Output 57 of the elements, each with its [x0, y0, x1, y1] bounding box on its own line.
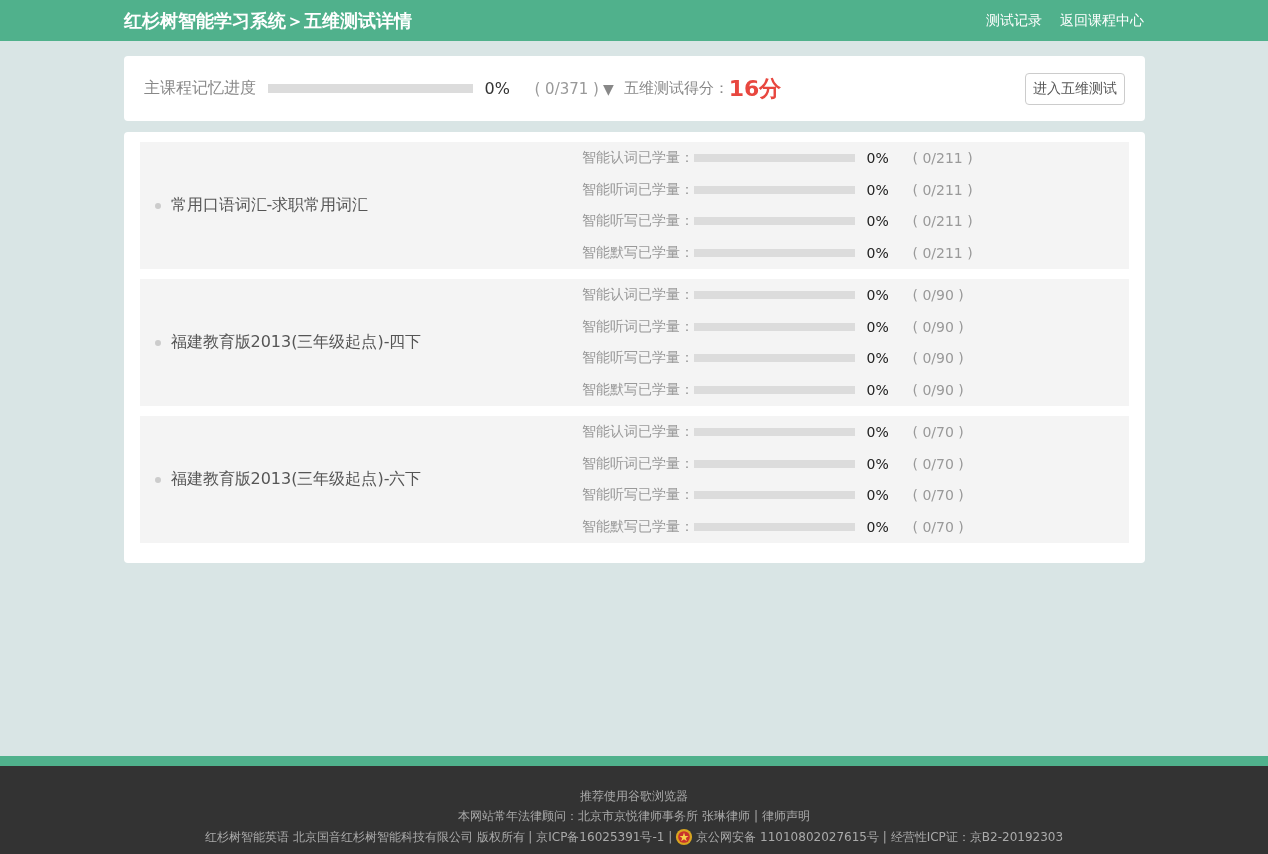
count-text: ( 0/70 )	[912, 518, 964, 535]
count-text: ( 0/211 )	[912, 213, 973, 230]
progress-label: 主课程记忆进度	[143, 78, 256, 99]
percent-text: 0%	[866, 244, 890, 261]
nav-link[interactable]: 测试记录	[986, 11, 1042, 30]
stat-label: 智能认词已学量：	[580, 286, 694, 305]
score-label: 五维测试得分：	[623, 79, 729, 98]
count-text: ( 0/90 )	[912, 318, 964, 335]
percent-text: 0%	[866, 181, 890, 198]
stat-label: 智能听词已学量：	[580, 317, 694, 336]
page-title: 红杉树智能学习系统＞五维测试详情	[124, 8, 412, 33]
stat-label: 智能听词已学量：	[580, 180, 694, 199]
count-text: ( 0/211 )	[912, 244, 973, 261]
stat-label: 智能默写已学量：	[580, 380, 694, 399]
stat-label: 智能听写已学量：	[580, 349, 694, 368]
course-name: 常用口语词汇-求职常用词汇	[170, 195, 369, 216]
score-value: 16分	[728, 74, 782, 103]
count-text: ( 0/211 )	[912, 150, 973, 167]
percent-text: 0%	[866, 381, 890, 398]
percent-text: 0%	[866, 487, 890, 504]
footer-text: 京公网安备 11010802027615号 | 经营性ICP证：京B2-20192303	[696, 828, 1064, 846]
count-text: ( 0/90 )	[912, 350, 964, 367]
bullet-icon	[154, 476, 161, 483]
percent-text: 0%	[484, 79, 511, 98]
percent-text: 0%	[866, 518, 890, 535]
percent-text: 0%	[866, 287, 890, 304]
nav-link[interactable]: 返回课程中心	[1060, 11, 1144, 30]
stat-label: 智能认词已学量：	[580, 149, 694, 168]
count-text: ( 0/70 )	[912, 424, 964, 441]
stat-label: 智能听词已学量：	[580, 454, 694, 473]
percent-text: 0%	[866, 455, 890, 472]
count-text: ( 0/371 )	[534, 79, 599, 98]
percent-text: 0%	[866, 150, 890, 167]
stat-label: 智能听写已学量：	[580, 212, 694, 231]
stat-label: 智能听写已学量：	[580, 486, 694, 505]
percent-text: 0%	[866, 350, 890, 367]
enter-test-button[interactable]: 进入五维测试	[1024, 72, 1125, 105]
stat-label: 智能默写已学量：	[580, 243, 694, 262]
dropdown-toggle[interactable]: ▼	[602, 80, 614, 97]
footer-text: 本网站常年法律顾问：北京市京悦律师事务所 张琳律师 | 律师声明	[458, 808, 810, 825]
bullet-icon	[154, 202, 161, 209]
count-text: ( 0/211 )	[912, 181, 973, 198]
percent-text: 0%	[866, 213, 890, 230]
stat-label: 智能默写已学量：	[580, 517, 694, 536]
bullet-icon	[154, 339, 161, 346]
percent-text: 0%	[866, 318, 890, 335]
count-text: ( 0/90 )	[912, 381, 964, 398]
course-name: 福建教育版2013(三年级起点)-四下	[170, 332, 422, 353]
count-text: ( 0/70 )	[912, 455, 964, 472]
percent-text: 0%	[866, 424, 890, 441]
count-text: ( 0/90 )	[912, 287, 964, 304]
emblem-icon	[675, 828, 694, 846]
stat-label: 智能认词已学量：	[580, 423, 694, 442]
footer-text: 推荐使用谷歌浏览器	[580, 788, 688, 805]
footer-text: 红杉树智能英语 北京国音红杉树智能科技有限公司 版权所有 | 京ICP备16025391号-1 |	[204, 828, 673, 846]
course-name: 福建教育版2013(三年级起点)-六下	[170, 469, 422, 490]
count-text: ( 0/70 )	[912, 487, 964, 504]
